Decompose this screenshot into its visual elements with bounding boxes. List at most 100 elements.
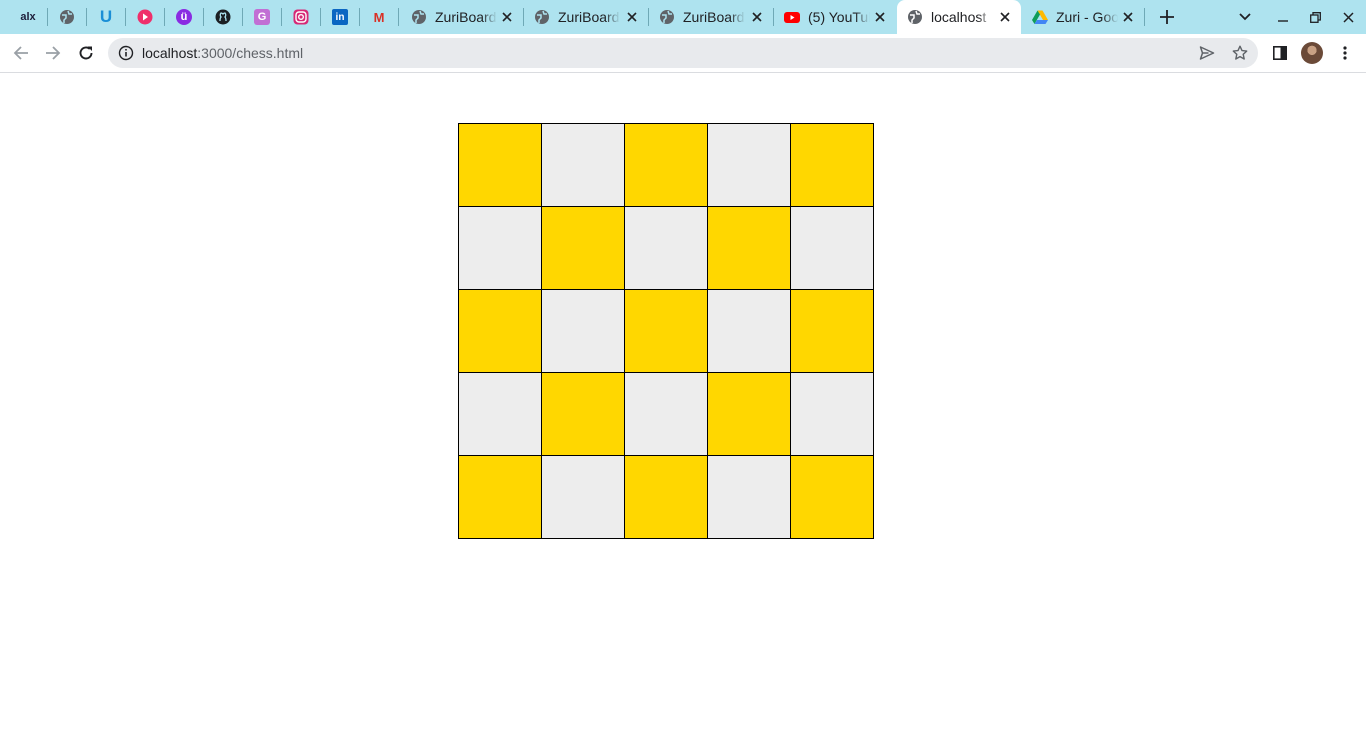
minimize-icon — [1278, 20, 1288, 22]
arrow-right-icon — [46, 46, 61, 60]
board-square-light — [791, 373, 873, 455]
board-square-light — [708, 290, 790, 372]
globe-icon — [908, 10, 922, 24]
tab-title: Zuri - Google Drive — [1056, 9, 1118, 25]
board-square-light — [708, 456, 790, 538]
pinned-tab-linkedin[interactable]: in — [321, 4, 359, 30]
tab-zuriboard-3[interactable]: ZuriBoard — [649, 4, 773, 30]
kebab-menu-icon — [1343, 46, 1347, 60]
close-icon[interactable] — [1120, 9, 1136, 25]
minimize-button[interactable] — [1269, 4, 1297, 30]
board-square-gold — [708, 373, 790, 455]
close-icon — [1342, 11, 1354, 23]
side-panel-button[interactable] — [1266, 39, 1294, 67]
pinned-tab-instagram[interactable] — [282, 4, 320, 30]
board-square-light — [791, 207, 873, 289]
restore-icon — [1309, 11, 1321, 23]
tab-zuriboard-1[interactable]: ZuriBoard — [401, 4, 523, 30]
g-logo-icon: G — [254, 9, 270, 25]
send-icon[interactable] — [1198, 44, 1216, 62]
tab-youtube[interactable]: (5) YouTube — [774, 4, 896, 30]
plus-icon — [1160, 10, 1174, 24]
chess-board — [458, 123, 874, 539]
pinned-tab-gmail[interactable]: M — [360, 4, 398, 30]
globe-icon — [412, 10, 426, 24]
github-icon — [215, 9, 231, 25]
board-square-light — [625, 207, 707, 289]
google-drive-icon — [1032, 10, 1048, 24]
gmail-icon: M — [373, 9, 385, 25]
url-text[interactable]: localhost:3000/chess.html — [142, 45, 303, 61]
board-square-gold — [625, 124, 707, 206]
board-square-light — [459, 373, 541, 455]
tab-zuriboard-2[interactable]: ZuriBoard — [524, 4, 648, 30]
board-square-gold — [791, 124, 873, 206]
side-panel-icon — [1273, 46, 1287, 60]
url-path: :3000/chess.html — [197, 45, 304, 61]
chevron-down-icon — [1239, 13, 1251, 21]
board-square-gold — [459, 456, 541, 538]
pinned-tab-play[interactable] — [126, 4, 164, 30]
board-square-gold — [542, 373, 624, 455]
close-window-button[interactable] — [1334, 4, 1362, 30]
board-square-light — [459, 207, 541, 289]
pinned-tab-globe[interactable] — [48, 4, 86, 30]
forward-button[interactable] — [39, 39, 67, 67]
board-square-light — [542, 290, 624, 372]
bookmark-star-icon[interactable] — [1231, 44, 1249, 62]
u-logo-icon: U — [99, 7, 113, 26]
close-icon[interactable] — [499, 9, 515, 25]
u-badge-icon: ü — [176, 9, 192, 25]
pinned-tab-github[interactable] — [204, 4, 242, 30]
pinned-tab-alx[interactable]: alx — [9, 4, 47, 30]
board-square-gold — [708, 207, 790, 289]
pinned-tab-g[interactable]: G — [243, 4, 281, 30]
tab-strip: alx U ü G in M ZuriBoard ZuriBoard ZuriB… — [0, 0, 1366, 34]
board-square-light — [542, 456, 624, 538]
info-icon[interactable] — [118, 45, 134, 64]
tab-search-button[interactable] — [1231, 4, 1259, 30]
tab-title: localhost — [931, 9, 987, 25]
board-square-gold — [791, 456, 873, 538]
tab-title: (5) YouTube — [808, 9, 870, 25]
instagram-icon — [293, 9, 309, 25]
alx-logo-icon: alx — [20, 11, 36, 23]
profile-avatar[interactable] — [1301, 42, 1323, 64]
address-bar[interactable]: localhost:3000/chess.html — [108, 38, 1258, 68]
close-icon[interactable] — [624, 9, 640, 25]
pinned-tab-u[interactable]: U — [87, 4, 125, 30]
globe-icon — [660, 10, 674, 24]
restore-button[interactable] — [1301, 4, 1329, 30]
pinned-tab-u-badge[interactable]: ü — [165, 4, 203, 30]
close-icon[interactable] — [749, 9, 765, 25]
browser-toolbar: localhost:3000/chess.html — [0, 34, 1366, 73]
reload-icon — [79, 46, 93, 60]
close-icon[interactable] — [872, 9, 888, 25]
arrow-left-icon — [13, 46, 28, 60]
play-circle-icon — [137, 9, 153, 25]
tab-title: ZuriBoard — [558, 9, 620, 25]
board-square-gold — [542, 207, 624, 289]
back-button[interactable] — [7, 39, 35, 67]
board-square-light — [542, 124, 624, 206]
tab-localhost-active[interactable]: localhost — [897, 0, 1021, 34]
tab-google-drive[interactable]: Zuri - Google Drive — [1022, 4, 1144, 30]
tab-title: ZuriBoard — [435, 9, 497, 25]
reload-button[interactable] — [72, 39, 100, 67]
board-square-gold — [625, 290, 707, 372]
board-square-light — [625, 373, 707, 455]
close-icon[interactable] — [997, 9, 1013, 25]
tab-title: ZuriBoard — [683, 9, 745, 25]
board-square-gold — [459, 124, 541, 206]
new-tab-button[interactable] — [1153, 4, 1181, 30]
url-host: localhost — [142, 45, 198, 61]
globe-icon — [60, 10, 74, 24]
linkedin-icon: in — [332, 9, 348, 25]
board-square-gold — [625, 456, 707, 538]
tab-separator — [1144, 8, 1145, 26]
tab-separator — [398, 8, 399, 26]
board-square-light — [708, 124, 790, 206]
menu-button[interactable] — [1331, 39, 1359, 67]
board-square-gold — [791, 290, 873, 372]
globe-icon — [535, 10, 549, 24]
